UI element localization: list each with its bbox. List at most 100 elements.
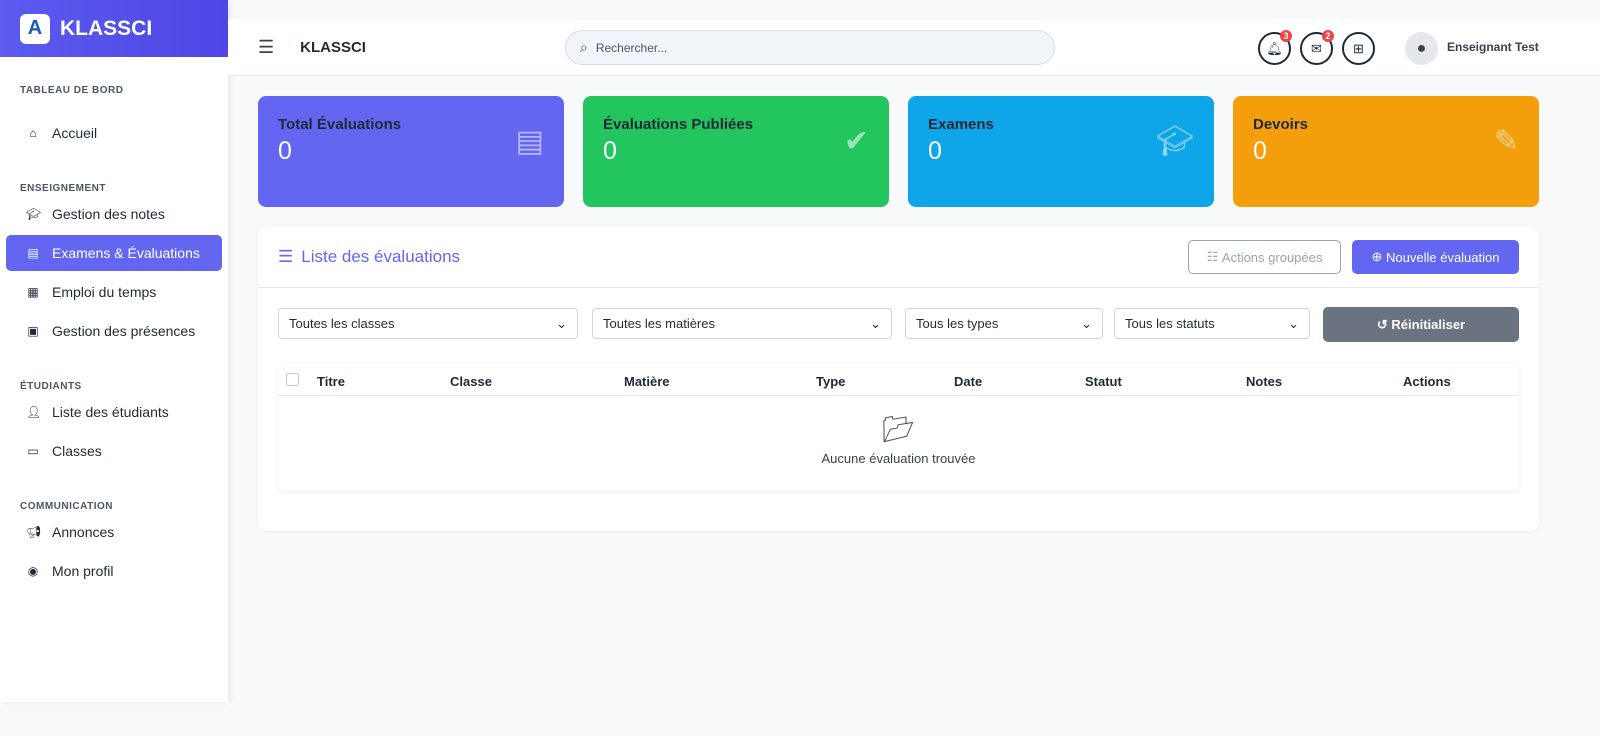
stat-card: Total Évaluations 0 ▤ [258,96,564,207]
stat-card: Évaluations Publiées 0 ✔ [583,96,889,207]
home-icon: ⌂ [29,126,37,140]
bulk-actions-button[interactable]: ☷ Actions groupées [1188,240,1341,274]
chevron-down-icon: ⌄ [1081,315,1092,331]
stat-label: Devoirs [1253,116,1309,133]
sidebar: A KLASSCI TABLEAU DE BORD ⌂ Accueil ENSEIGN… [0,0,228,702]
chevron-down-icon: ⌄ [556,315,567,331]
table-header: Titre Classe Matière Type Date Statut Notes Act… [278,364,1519,396]
sidebar-item-label: Emploi du temps [52,284,157,300]
new-evaluation-button[interactable]: ⊕ Nouvelle évaluation [1352,240,1519,274]
evaluations-panel: ☰ Liste des évaluations ☷ Actions groupée… [258,227,1539,531]
column-header[interactable]: Type [816,374,845,389]
stat-card: Devoirs 0 ✎ [1233,96,1539,207]
empty-state: 📂︎ Aucune évaluation trouvée [278,396,1519,466]
notifications-button[interactable]: 🔔︎ 3 [1258,30,1292,65]
sidebar-item[interactable]: ◉ Mon profil [6,553,222,589]
column-header[interactable]: Matière [624,374,670,389]
filter-value: Toutes les matières [603,316,715,331]
sidebar-item[interactable]: 🎓︎ Gestion des notes [6,196,222,232]
column-header[interactable]: Date [954,374,982,389]
column-header[interactable]: Titre [317,374,345,389]
stat-label: Total Évaluations [278,116,402,133]
stat-value: 0 [928,137,942,165]
file-icon: ▤ [515,125,544,158]
laptop-icon: ▭ [27,444,39,458]
sidebar-item[interactable]: ⌂ Accueil [6,115,222,151]
user-circle-icon: ◉ [27,564,39,578]
chevron-down-icon: ⌄ [870,315,881,331]
avatar[interactable]: ● [1405,32,1438,65]
reset-button[interactable]: ↺ Réinitialiser [1323,307,1519,342]
filter-value: Toutes les classes [289,316,395,331]
filter-select[interactable]: Toutes les matières ⌄ [592,308,892,339]
clipboard-check-icon: ▣ [27,324,39,338]
sidebar-item[interactable]: ▭ Classes [6,433,222,469]
sidebar-item-label: Examens & Évaluations [52,245,200,261]
message-badge: 2 [1322,30,1334,42]
chevron-down-icon: ⌄ [1288,315,1299,331]
graduation-cap-icon: 🎓︎ [1155,125,1194,158]
bulk-actions-label: Actions groupées [1221,249,1323,265]
stat-label: Examens [928,116,994,133]
sidebar-item-label: Gestion des notes [52,206,165,222]
section-title: ÉTUDIANTS [20,381,82,392]
hamburger-menu-icon[interactable]: ☰ [258,37,274,58]
search-icon: ⌕ [580,39,588,55]
check-circle-icon: ✔ [843,125,869,158]
sidebar-item-label: Liste des étudiants [52,404,169,420]
sidebar-item-label: Mon profil [52,563,114,579]
column-header[interactable]: Notes [1246,374,1282,389]
sidebar-item-label: Classes [52,443,102,459]
messages-button[interactable]: ✉ 2 [1300,30,1334,65]
section-title: TABLEAU DE BORD [20,85,124,96]
section-title: COMMUNICATION [20,501,113,512]
filter-select[interactable]: Tous les statuts ⌄ [1114,308,1310,339]
undo-icon: ↺ [1376,316,1392,332]
stat-label: Évaluations Publiées [603,116,754,133]
apps-button[interactable]: ⊞ [1342,32,1375,65]
file-icon: ▤ [27,246,39,260]
stat-card: Examens 0 🎓︎ [908,96,1214,207]
graduation-cap-icon: 🎓︎ [26,207,42,221]
topbar-title: KLASSCI [300,38,366,56]
filter-value: Tous les types [916,316,999,331]
filter-select[interactable]: Toutes les classes ⌄ [278,308,578,339]
topbar: ☰ KLASSCI ⌕ Rechercher... 🔔︎ 3 ✉ 2 ⊞ ● Ense… [228,19,1600,76]
sidebar-item[interactable]: 👤︎ Liste des étudiants [6,394,222,430]
select-all-checkbox[interactable] [286,373,299,386]
sidebar-item[interactable]: ▣ Gestion des présences [6,313,222,349]
calendar-icon: ▦ [27,285,39,299]
grid-icon: ⊞ [1353,40,1364,56]
sidebar-item-label: Accueil [52,125,98,141]
sidebar-item[interactable]: ▦ Emploi du temps [6,274,222,310]
stat-value: 0 [603,137,617,165]
sidebar-item-label: Annonces [52,524,115,540]
filter-value: Tous les statuts [1125,316,1215,331]
evaluations-table: Titre Classe Matière Type Date Statut Notes Act… [278,364,1519,491]
list-icon: ☰ [278,247,294,266]
new-evaluation-label: Nouvelle évaluation [1386,249,1500,265]
notification-badge: 3 [1280,30,1292,42]
column-header[interactable]: Statut [1085,374,1122,389]
pencil-icon: ✎ [1493,125,1519,158]
envelope-icon: ✉ [1311,40,1322,56]
sidebar-item[interactable]: ▤ Examens & Évaluations [6,235,222,271]
user-name[interactable]: Enseignant Test [1447,40,1539,54]
bell-icon: 🔔︎ [1266,40,1283,56]
sidebar-item-label: Gestion des présences [52,323,196,339]
panel-title: Liste des évaluations [301,247,461,266]
empty-message: Aucune évaluation trouvée [821,451,976,466]
stat-value: 0 [1253,137,1267,165]
section-title: ENSEIGNEMENT [20,183,107,194]
reset-label: Réinitialiser [1391,317,1466,332]
user-graduate-icon: 👤︎ [26,405,42,419]
megaphone-icon: 📢︎ [26,525,42,539]
brand-name: KLASSCI [60,16,153,40]
column-header[interactable]: Classe [450,374,492,389]
brand[interactable]: A KLASSCI [0,0,228,57]
filter-select[interactable]: Tous les types ⌄ [905,308,1103,339]
sidebar-item[interactable]: 📢︎ Annonces [6,514,222,550]
column-header[interactable]: Actions [1403,374,1451,389]
folder-open-icon: 📂︎ [881,414,915,444]
search-input[interactable]: ⌕ Rechercher... [565,30,1055,65]
